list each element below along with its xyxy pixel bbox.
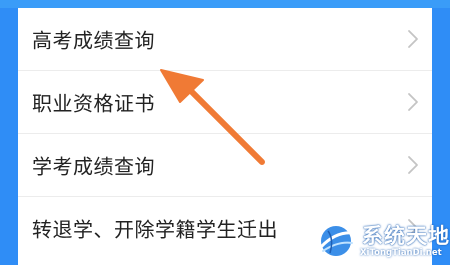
menu-item-label: 学考成绩查询 — [32, 154, 155, 179]
menu-item-professional-certificate[interactable]: 职业资格证书 — [18, 71, 432, 133]
menu-item-gaokao-score[interactable]: 高考成绩查询 — [18, 8, 432, 70]
globe-logo-icon — [319, 224, 356, 258]
watermark: 系统天地 XiTongTianDi.net — [314, 219, 449, 263]
menu-item-xuekao-score[interactable]: 学考成绩查询 — [18, 134, 432, 196]
chevron-right-icon — [408, 30, 418, 48]
watermark-title: 系统天地 — [362, 224, 450, 248]
watermark-url: XiTongTianDi.net — [360, 248, 442, 258]
chevron-right-icon — [408, 156, 418, 174]
menu-item-label: 高考成绩查询 — [32, 28, 155, 53]
top-bar-strip — [0, 0, 450, 8]
menu-item-label: 职业资格证书 — [32, 91, 155, 116]
chevron-right-icon — [408, 93, 418, 111]
menu-item-label: 转退学、开除学籍学生迁出 — [32, 217, 278, 242]
